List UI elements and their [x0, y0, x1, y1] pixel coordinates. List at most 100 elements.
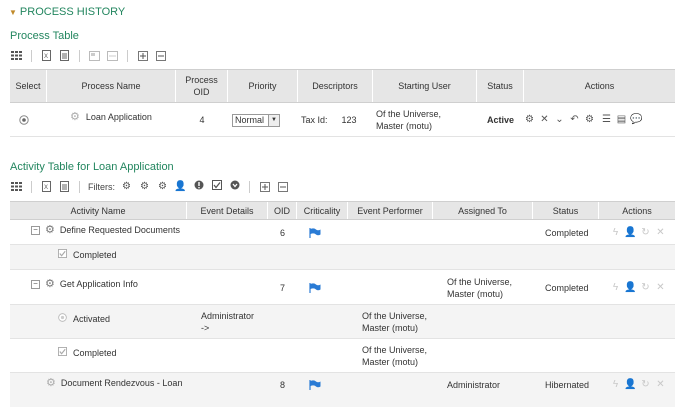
process-name-cell[interactable]: ⚙ Loan Application: [70, 103, 152, 131]
filter-alert-icon[interactable]: [192, 180, 205, 193]
gears-icon[interactable]: ⚙: [522, 114, 537, 126]
export-excel-icon[interactable]: X: [40, 49, 53, 62]
select-radio[interactable]: [19, 103, 29, 137]
filter-non-interactive-icon[interactable]: ⚙: [156, 181, 169, 192]
switch-process-icon[interactable]: [88, 49, 101, 62]
filter-auxiliary-icon[interactable]: ⚙: [120, 181, 133, 192]
process-name[interactable]: Loan Application: [86, 111, 152, 123]
abort-x-icon[interactable]: ✕: [653, 282, 668, 294]
grid-columns-icon[interactable]: [10, 49, 23, 62]
starting-user-line1: Of the Universe,: [376, 109, 442, 119]
refresh-icon[interactable]: ↻: [638, 379, 653, 391]
event-name-cell: Completed: [58, 339, 117, 367]
activity-status: Completed: [545, 227, 589, 238]
grid-columns-icon[interactable]: [10, 180, 23, 193]
filter-completed-icon[interactable]: [210, 180, 223, 193]
process-oid: 4: [199, 115, 205, 125]
abort-x-icon[interactable]: ✕: [653, 227, 668, 239]
activity-oid: 6: [279, 227, 285, 238]
toolbar-divider: [31, 49, 32, 62]
notes-icon[interactable]: 💬: [629, 114, 644, 126]
toolbar-divider: [31, 180, 32, 193]
expand-all-icon[interactable]: [136, 49, 149, 62]
abort-x-icon[interactable]: ✕: [537, 114, 552, 126]
activity-row[interactable]: − ⚙ Get Application Info 7 Of the Univer…: [10, 270, 675, 305]
toolbar-divider: [249, 180, 250, 193]
activity-row[interactable]: − ⚙ Define Requested Documents 6 Complet…: [10, 220, 675, 245]
event-details-line2: ->: [201, 323, 210, 333]
column-header-process-oid[interactable]: Process OID: [176, 70, 228, 102]
delegate-lightning-icon[interactable]: ϟ: [608, 227, 623, 239]
list-icon[interactable]: ☰: [599, 114, 614, 126]
abort-x-icon[interactable]: ✕: [653, 379, 668, 391]
expand-all-icon[interactable]: [258, 180, 271, 193]
event-row: Completed: [10, 245, 675, 270]
export-excel-icon[interactable]: X: [40, 180, 53, 193]
filter-user-icon[interactable]: 👤: [174, 181, 187, 192]
column-header-actions: Actions: [584, 81, 615, 91]
delegate-lightning-icon[interactable]: ϟ: [608, 379, 623, 391]
process-history-header[interactable]: ▼ PROCESS HISTORY: [9, 6, 125, 18]
column-header-descriptors[interactable]: Descriptors: [298, 70, 373, 102]
event-name-cell: Activated: [58, 305, 110, 333]
process-gears-icon: ⚙: [70, 111, 80, 123]
activity-name-cell[interactable]: − ⚙ Get Application Info: [31, 270, 138, 298]
toolbar-divider: [127, 49, 128, 62]
activity-name[interactable]: Get Application Info: [60, 278, 138, 290]
assigned-to-cell: Of the Universe, Master (motu): [447, 270, 512, 305]
activity-name-cell[interactable]: − ⚙ Define Requested Documents: [31, 220, 180, 240]
gears-icon: ⚙: [45, 224, 55, 236]
delegate-lightning-icon[interactable]: ϟ: [608, 282, 623, 294]
user-icon[interactable]: 👤: [623, 379, 638, 391]
priority-select[interactable]: Normal ▼: [232, 103, 281, 137]
column-header-priority[interactable]: Priority: [228, 70, 298, 102]
chevron-down-icon[interactable]: ⌄: [552, 114, 567, 126]
column-header-status[interactable]: Status: [533, 202, 599, 219]
column-header-oid[interactable]: OID: [268, 202, 297, 219]
user-icon[interactable]: 👤: [623, 282, 638, 294]
filter-interactive-icon[interactable]: ⚙: [138, 181, 151, 192]
undo-arrow-icon[interactable]: ↶: [567, 114, 582, 126]
column-header-status[interactable]: Status: [477, 70, 524, 102]
refresh-icon[interactable]: ↻: [638, 227, 653, 239]
starting-user-cell: Of the Universe, Master (motu): [376, 103, 441, 137]
activity-actions: ϟ 👤 ↻ ✕: [608, 373, 668, 397]
column-header-select[interactable]: Select: [10, 70, 47, 102]
filter-download-icon[interactable]: [228, 180, 241, 193]
column-header-activity-name[interactable]: Activity Name: [10, 202, 187, 219]
activity-name[interactable]: Document Rendezvous - Loan: [61, 377, 183, 389]
activity-name[interactable]: Define Requested Documents: [60, 224, 180, 236]
user-icon[interactable]: 👤: [623, 227, 638, 239]
descriptor-value: 123: [341, 115, 357, 125]
performer-line1: Of the Universe,: [362, 311, 428, 321]
performer-line2: Master (motu): [362, 323, 419, 333]
collapse-row-icon[interactable]: −: [31, 225, 40, 235]
column-header-starting-user[interactable]: Starting User: [373, 70, 477, 102]
event-performer-cell: Of the Universe, Master (motu): [362, 305, 427, 339]
toolbar-divider: [79, 49, 80, 62]
export-csv-icon[interactable]: [58, 180, 71, 193]
spawn-process-icon[interactable]: ⚙: [582, 114, 597, 126]
abort-process-icon[interactable]: [106, 49, 119, 62]
descriptor-label: Tax Id:: [301, 115, 328, 125]
activity-name-cell[interactable]: ⚙ Document Rendezvous - Loan: [46, 373, 182, 393]
column-header-assigned-to[interactable]: Assigned To: [433, 202, 533, 219]
activity-actions: ϟ 👤 ↻ ✕: [608, 270, 668, 305]
collapse-all-icon[interactable]: [154, 49, 167, 62]
column-header-criticality[interactable]: Criticality: [297, 202, 348, 219]
column-header-process-name[interactable]: Process Name: [47, 70, 176, 102]
activity-row[interactable]: ⚙ Document Rendezvous - Loan 8 Administr…: [10, 373, 675, 407]
details-icon[interactable]: ▤: [614, 114, 629, 126]
refresh-icon[interactable]: ↻: [638, 282, 653, 294]
chevron-down-icon[interactable]: ▼: [268, 114, 280, 126]
svg-text:X: X: [44, 54, 48, 60]
collapse-all-icon[interactable]: [276, 180, 289, 193]
process-row[interactable]: ⚙ Loan Application 4 Normal ▼ Tax Id: 123…: [10, 103, 675, 137]
criticality-flag-icon: [309, 373, 321, 397]
column-header-event-performer[interactable]: Event Performer: [348, 202, 433, 219]
collapse-triangle-icon[interactable]: ▼: [9, 8, 17, 17]
export-csv-icon[interactable]: [58, 49, 71, 62]
column-header-actions: Actions: [622, 205, 652, 216]
column-header-event-details[interactable]: Event Details: [187, 202, 268, 219]
collapse-row-icon[interactable]: −: [31, 279, 40, 289]
